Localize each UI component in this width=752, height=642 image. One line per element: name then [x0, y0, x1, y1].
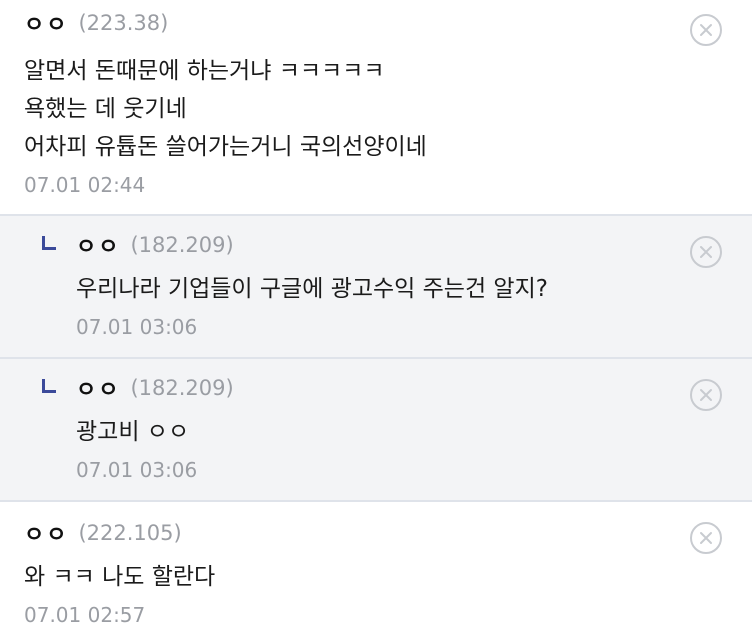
- comment-ip: (182.209): [130, 376, 234, 400]
- delete-comment-button[interactable]: [690, 379, 722, 411]
- delete-comment-button[interactable]: [690, 522, 722, 554]
- comment-date: 07.01 02:44: [24, 173, 146, 197]
- close-icon: [700, 24, 712, 36]
- comment-line: 와 ㅋㅋ 나도 할란다: [24, 564, 216, 590]
- comment-line: 욕했는 데 웃기네: [24, 96, 187, 122]
- comment-item: ㅇㅇ (223.38) 알면서 돈때문에 하는거냐 ㅋㅋㅋㅋㅋ 욕했는 데 웃기…: [0, 0, 752, 216]
- reply-arrow-icon: [42, 379, 56, 393]
- comment-header: ㅇㅇ (222.105): [24, 516, 680, 550]
- delete-comment-button[interactable]: [690, 236, 722, 268]
- comment-header: ㅇㅇ (182.209): [76, 371, 680, 405]
- comment-ip: (223.38): [78, 11, 169, 35]
- comment-line: 광고비 ㅇㅇ: [76, 419, 190, 445]
- comment-nickname[interactable]: ㅇㅇ: [24, 517, 68, 549]
- comment-date: 07.01 03:06: [76, 315, 198, 339]
- reply-item: ㅇㅇ (182.209) 광고비 ㅇㅇ 07.01 03:06: [0, 359, 752, 502]
- close-icon: [700, 246, 712, 258]
- comment-text: 와 ㅋㅋ 나도 할란다: [24, 558, 680, 596]
- comment-header: ㅇㅇ (223.38): [24, 6, 680, 40]
- comment-nickname[interactable]: ㅇㅇ: [76, 372, 120, 404]
- delete-comment-button[interactable]: [690, 14, 722, 46]
- comment-ip: (182.209): [130, 233, 234, 257]
- close-icon: [700, 532, 712, 544]
- comment-line: 알면서 돈때문에 하는거냐 ㅋㅋㅋㅋㅋ: [24, 58, 385, 84]
- comment-nickname[interactable]: ㅇㅇ: [76, 229, 120, 261]
- comment-nickname[interactable]: ㅇㅇ: [24, 7, 68, 39]
- comment-text: 광고비 ㅇㅇ: [76, 413, 680, 451]
- comment-ip: (222.105): [78, 521, 182, 545]
- comment-list: ㅇㅇ (223.38) 알면서 돈때문에 하는거냐 ㅋㅋㅋㅋㅋ 욕했는 데 웃기…: [0, 0, 752, 642]
- reply-item: ㅇㅇ (182.209) 우리나라 기업들이 구글에 광고수익 주는건 알지? …: [0, 216, 752, 359]
- comment-text: 우리나라 기업들이 구글에 광고수익 주는건 알지?: [76, 270, 680, 308]
- comment-text: 알면서 돈때문에 하는거냐 ㅋㅋㅋㅋㅋ 욕했는 데 웃기네 어차피 유튭돈 쓸어…: [24, 52, 680, 166]
- comment-line: 어차피 유튭돈 쓸어가는거니 국의선양이네: [24, 134, 427, 160]
- comment-item: ㅇㅇ (222.105) 와 ㅋㅋ 나도 할란다 07.01 02:57: [0, 502, 752, 642]
- comment-date: 07.01 03:06: [76, 458, 198, 482]
- comment-line: 우리나라 기업들이 구글에 광고수익 주는건 알지?: [76, 276, 548, 302]
- close-icon: [700, 389, 712, 401]
- reply-arrow-icon: [42, 236, 56, 250]
- comment-date: 07.01 02:57: [24, 603, 146, 627]
- comment-header: ㅇㅇ (182.209): [76, 228, 680, 262]
